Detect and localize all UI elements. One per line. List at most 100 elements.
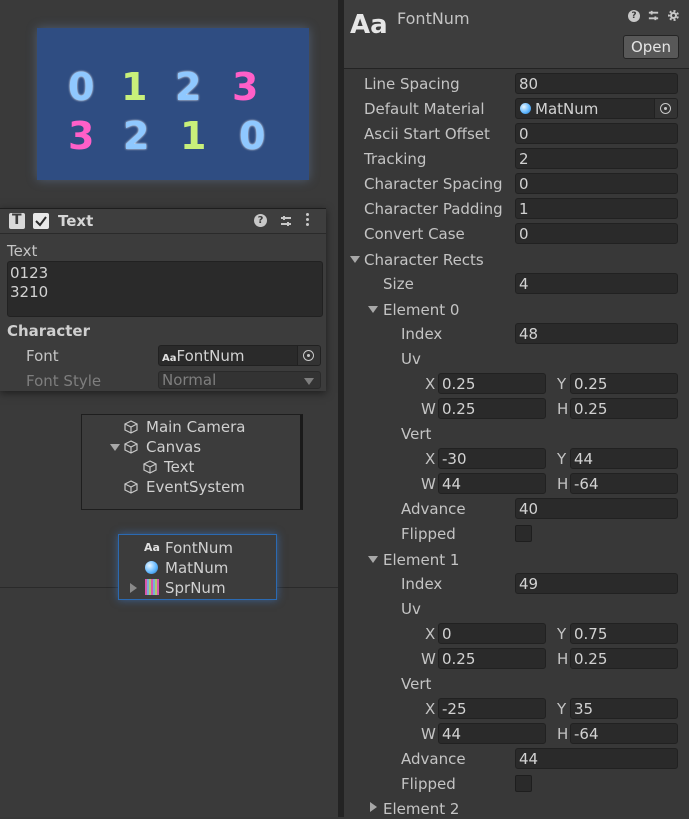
more-options-icon[interactable] <box>306 212 310 228</box>
vert-x-field[interactable]: -30 <box>438 448 546 469</box>
object-picker-icon[interactable] <box>297 346 320 365</box>
index-field[interactable]: 49 <box>515 573 678 594</box>
expand-arrow-icon[interactable] <box>110 444 120 451</box>
uv-y-field[interactable]: 0.25 <box>570 373 678 394</box>
font-field[interactable]: AaFontNum <box>158 345 321 366</box>
vert-w-label: W <box>421 475 436 493</box>
vert-w-field[interactable]: 44 <box>438 723 546 744</box>
hierarchy-item[interactable]: Text <box>164 457 194 477</box>
uv-w-field[interactable]: 0.25 <box>438 398 546 419</box>
vert-y-field[interactable]: 44 <box>570 448 678 469</box>
open-button[interactable]: Open <box>623 35 679 59</box>
uv-x-field[interactable]: 0.25 <box>438 373 546 394</box>
expand-arrow-icon[interactable] <box>130 583 137 593</box>
asset-name: FontNum <box>397 9 470 28</box>
font-asset-icon: Aa <box>144 541 160 554</box>
expand-arrow-icon[interactable] <box>368 306 378 313</box>
material-icon <box>520 103 531 114</box>
vert-h-label: H <box>557 725 569 743</box>
expand-arrow-icon[interactable] <box>350 256 360 263</box>
font-label: Font <box>26 347 59 365</box>
vert-y-label: Y <box>557 700 567 718</box>
game-preview: 0 1 2 3 3 2 1 0 <box>37 28 309 180</box>
vert-y-label: Y <box>557 450 567 468</box>
font-style-value: Normal <box>162 371 217 389</box>
character-spacing-field[interactable]: 0 <box>515 173 678 194</box>
character-spacing-label: Character Spacing <box>364 175 503 193</box>
index-label: Index <box>401 325 443 343</box>
uv-label: Uv <box>401 350 421 368</box>
flipped-label: Flipped <box>401 525 456 543</box>
gameobject-icon <box>124 420 138 434</box>
vert-y-field[interactable]: 35 <box>570 698 678 719</box>
project-item[interactable]: FontNum <box>165 538 233 558</box>
vert-x-label: X <box>425 450 436 468</box>
hierarchy-item[interactable]: EventSystem <box>146 477 245 497</box>
character-padding-label: Character Padding <box>364 200 503 218</box>
character-rects-label[interactable]: Character Rects <box>364 250 484 270</box>
sprite-icon <box>145 579 159 595</box>
ascii-start-offset-field[interactable]: 0 <box>515 123 678 144</box>
advance-field[interactable]: 44 <box>515 748 678 769</box>
preview-glyph: 1 <box>121 65 148 109</box>
default-material-label: Default Material <box>364 100 485 118</box>
preview-glyph: 2 <box>123 114 150 158</box>
component-header[interactable]: T Text ? <box>0 209 326 234</box>
asset-type-icon: Aa <box>350 10 388 40</box>
expand-arrow-icon[interactable] <box>368 556 378 563</box>
gameobject-icon <box>143 460 157 474</box>
project-item[interactable]: MatNum <box>165 558 228 578</box>
gameobject-icon <box>124 440 138 454</box>
uv-h-field[interactable]: 0.25 <box>570 398 678 419</box>
vert-w-field[interactable]: 44 <box>438 473 546 494</box>
text-label: Text <box>7 242 38 260</box>
element-label[interactable]: Element 0 <box>383 300 459 320</box>
line-spacing-field[interactable]: 80 <box>515 73 678 94</box>
preview-glyph: 2 <box>175 65 202 109</box>
character-padding-field[interactable]: 1 <box>515 198 678 219</box>
preview-glyph: 0 <box>239 114 266 158</box>
uv-y-field[interactable]: 0.75 <box>570 623 678 644</box>
help-icon[interactable]: ? <box>628 10 640 22</box>
character-section-header: Character <box>7 322 90 340</box>
size-label: Size <box>383 275 414 293</box>
flipped-checkbox[interactable] <box>515 525 532 542</box>
vert-h-field[interactable]: -64 <box>570 723 678 744</box>
element-label[interactable]: Element 1 <box>383 550 459 570</box>
object-picker-icon[interactable] <box>654 99 677 118</box>
text-line: 0123 <box>10 264 49 282</box>
uv-label: Uv <box>401 600 421 618</box>
font-asset-icon: Aa <box>162 353 177 364</box>
preset-icon[interactable] <box>279 214 293 228</box>
text-area[interactable]: 0123 3210 <box>7 261 323 317</box>
expand-arrow-icon[interactable] <box>370 802 377 812</box>
convert-case-field[interactable]: 0 <box>515 223 678 244</box>
element-label[interactable]: Element 2 <box>383 799 459 819</box>
text-component-panel: T Text ? Text 0123 3210 Character Font A… <box>0 208 326 391</box>
uv-x-field[interactable]: 0 <box>438 623 546 644</box>
advance-field[interactable]: 40 <box>515 498 678 519</box>
default-material-field[interactable]: MatNum <box>515 98 678 119</box>
default-material-value: MatNum <box>535 100 599 118</box>
size-field[interactable]: 4 <box>515 273 678 294</box>
uv-w-field[interactable]: 0.25 <box>438 648 546 669</box>
hierarchy-item[interactable]: Canvas <box>146 437 201 457</box>
vert-h-field[interactable]: -64 <box>570 473 678 494</box>
gameobject-icon <box>124 480 138 494</box>
flipped-checkbox[interactable] <box>515 775 532 792</box>
index-field[interactable]: 48 <box>515 323 678 344</box>
font-style-dropdown[interactable]: Normal <box>158 371 321 389</box>
advance-label: Advance <box>401 750 466 768</box>
hierarchy-item[interactable]: Main Camera <box>146 417 245 437</box>
preset-icon[interactable] <box>647 9 660 22</box>
vert-x-field[interactable]: -25 <box>438 698 546 719</box>
project-item[interactable]: SprNum <box>165 578 226 598</box>
chevron-down-icon <box>304 378 314 385</box>
preview-glyph: 3 <box>232 65 259 109</box>
enable-checkbox[interactable] <box>33 213 49 229</box>
uv-h-field[interactable]: 0.25 <box>570 648 678 669</box>
help-icon[interactable]: ? <box>254 214 267 227</box>
gear-icon[interactable] <box>667 9 680 22</box>
tracking-field[interactable]: 2 <box>515 148 678 169</box>
uv-h-label: H <box>557 400 569 418</box>
